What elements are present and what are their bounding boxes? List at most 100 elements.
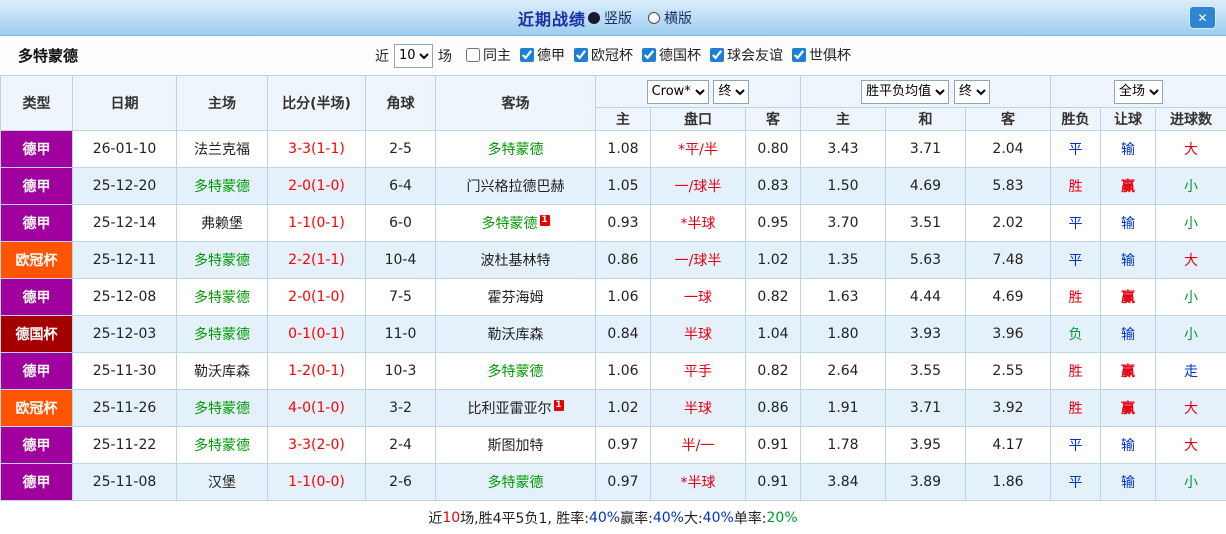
filter-checkbox-label: 欧冠杯 xyxy=(591,45,633,65)
filter-checkbox[interactable] xyxy=(642,48,656,62)
avg-away: 2.02 xyxy=(966,205,1051,242)
layout-option-horizontal[interactable]: 横版 xyxy=(648,8,692,28)
handicap: *平/半 xyxy=(651,131,746,168)
match-date: 25-11-08 xyxy=(73,464,177,501)
subcol-avg-draw: 和 xyxy=(886,108,966,131)
col-header-away: 客场 xyxy=(436,76,596,131)
away-team[interactable]: 多特蒙德1 xyxy=(436,205,596,242)
away-team[interactable]: 多特蒙德 xyxy=(436,464,596,501)
away-team[interactable]: 波杜基林特 xyxy=(436,242,596,279)
goals-result: 小 xyxy=(1156,279,1226,316)
home-team[interactable]: 弗赖堡 xyxy=(177,205,268,242)
home-team[interactable]: 多特蒙德 xyxy=(177,316,268,353)
avg-odds-header: 胜平负均值 终 xyxy=(801,76,1051,108)
summary-segment: 近 xyxy=(428,508,442,528)
results-tbody: 德甲26-01-10法兰克福3-3(1-1)2-5多特蒙德1.08*平/半0.8… xyxy=(1,131,1226,501)
avg-away: 2.55 xyxy=(966,353,1051,390)
avg-away: 3.96 xyxy=(966,316,1051,353)
handicap-result: 输 xyxy=(1101,427,1156,464)
avg-home: 1.35 xyxy=(801,242,886,279)
layout-option-vertical[interactable]: 竖版 xyxy=(588,8,632,28)
home-team[interactable]: 多特蒙德 xyxy=(177,242,268,279)
away-team[interactable]: 霍芬海姆 xyxy=(436,279,596,316)
score: 1-2(0-1) xyxy=(268,353,366,390)
handicap-result: 赢 xyxy=(1101,390,1156,427)
filter-checkbox[interactable] xyxy=(792,48,806,62)
period-select[interactable]: 全场 xyxy=(1114,80,1163,104)
close-button[interactable]: ✕ xyxy=(1189,6,1216,29)
summary-segment: 赢率: xyxy=(620,508,653,528)
summary-footer: 近10场,胜4平5负1, 胜率:40% 赢率:40% 大:40% 单率:20% xyxy=(0,501,1226,534)
handicap-result: 赢 xyxy=(1101,279,1156,316)
match-result: 胜 xyxy=(1051,353,1101,390)
odds-away: 1.02 xyxy=(746,242,801,279)
odds-home: 1.06 xyxy=(596,353,651,390)
filter-checkbox-item[interactable]: 同主 xyxy=(466,45,511,65)
league-badge: 德甲 xyxy=(1,168,73,205)
corner-score: 2-6 xyxy=(366,464,436,501)
league-badge: 欧冠杯 xyxy=(1,242,73,279)
score: 4-0(1-0) xyxy=(268,390,366,427)
filter-checkbox-item[interactable]: 欧冠杯 xyxy=(574,45,633,65)
match-row: 德甲25-11-30勒沃库森1-2(0-1)10-3多特蒙德1.06平手0.82… xyxy=(1,353,1226,390)
away-team[interactable]: 多特蒙德 xyxy=(436,131,596,168)
away-team[interactable]: 门兴格拉德巴赫 xyxy=(436,168,596,205)
odds-away: 0.91 xyxy=(746,464,801,501)
avg-home: 1.78 xyxy=(801,427,886,464)
odds-provider-select[interactable]: Crow* xyxy=(647,80,709,104)
score: 0-1(0-1) xyxy=(268,316,366,353)
avg-away: 2.04 xyxy=(966,131,1051,168)
avg-home: 2.64 xyxy=(801,353,886,390)
filter-checkbox-item[interactable]: 世俱杯 xyxy=(792,45,851,65)
filter-checkbox-item[interactable]: 德甲 xyxy=(520,45,565,65)
match-row: 德甲25-11-22多特蒙德3-3(2-0)2-4斯图加特0.97半/一0.91… xyxy=(1,427,1226,464)
home-team[interactable]: 多特蒙德 xyxy=(177,168,268,205)
match-result: 平 xyxy=(1051,242,1101,279)
summary-segment: 场,胜4平5负1, 胜率: xyxy=(460,508,589,528)
summary-segment: 大: xyxy=(684,508,703,528)
filter-checkbox[interactable] xyxy=(466,48,480,62)
match-row: 德甲25-12-20多特蒙德2-0(1-0)6-4门兴格拉德巴赫1.05一/球半… xyxy=(1,168,1226,205)
avg-final-select[interactable]: 终 xyxy=(954,80,990,104)
odds-away: 0.82 xyxy=(746,353,801,390)
home-team[interactable]: 多特蒙德 xyxy=(177,427,268,464)
match-result: 胜 xyxy=(1051,279,1101,316)
odds-away: 0.91 xyxy=(746,427,801,464)
match-result: 平 xyxy=(1051,464,1101,501)
home-team[interactable]: 多特蒙德 xyxy=(177,390,268,427)
match-result: 胜 xyxy=(1051,168,1101,205)
avg-draw: 3.89 xyxy=(886,464,966,501)
away-team[interactable]: 勒沃库森 xyxy=(436,316,596,353)
match-date: 25-12-08 xyxy=(73,279,177,316)
goals-result: 小 xyxy=(1156,205,1226,242)
away-team[interactable]: 多特蒙德 xyxy=(436,353,596,390)
odds-home: 0.97 xyxy=(596,464,651,501)
match-count-select[interactable]: 10 xyxy=(394,44,433,68)
team-label: 多特蒙德 xyxy=(194,290,250,306)
goals-result: 小 xyxy=(1156,168,1226,205)
handicap-result: 赢 xyxy=(1101,168,1156,205)
home-team[interactable]: 多特蒙德 xyxy=(177,279,268,316)
filter-checkbox[interactable] xyxy=(574,48,588,62)
filter-checkbox[interactable] xyxy=(520,48,534,62)
filter-checkbox[interactable] xyxy=(710,48,724,62)
home-team[interactable]: 法兰克福 xyxy=(177,131,268,168)
filter-checkbox-item[interactable]: 德国杯 xyxy=(642,45,701,65)
filter-checkbox-item[interactable]: 球会友谊 xyxy=(710,45,783,65)
match-date: 25-11-30 xyxy=(73,353,177,390)
handicap-result: 输 xyxy=(1101,464,1156,501)
goals-result: 大 xyxy=(1156,427,1226,464)
odds-away: 0.95 xyxy=(746,205,801,242)
corner-score: 2-4 xyxy=(366,427,436,464)
odds-final-select[interactable]: 终 xyxy=(713,80,749,104)
home-team[interactable]: 汉堡 xyxy=(177,464,268,501)
team-label: 多特蒙德 xyxy=(488,475,544,491)
match-row: 德甲25-12-14弗赖堡1-1(0-1)6-0多特蒙德10.93*半球0.95… xyxy=(1,205,1226,242)
match-date: 25-11-22 xyxy=(73,427,177,464)
away-team[interactable]: 比利亚雷亚尔1 xyxy=(436,390,596,427)
recent-results-window: 近期战绩 竖版横版 ✕ 多特蒙德 近 10 场 同主德甲欧冠杯德国杯球会友谊世俱… xyxy=(0,0,1226,532)
home-team[interactable]: 勒沃库森 xyxy=(177,353,268,390)
avg-draw: 3.95 xyxy=(886,427,966,464)
avg-odds-select[interactable]: 胜平负均值 xyxy=(861,80,949,104)
away-team[interactable]: 斯图加特 xyxy=(436,427,596,464)
